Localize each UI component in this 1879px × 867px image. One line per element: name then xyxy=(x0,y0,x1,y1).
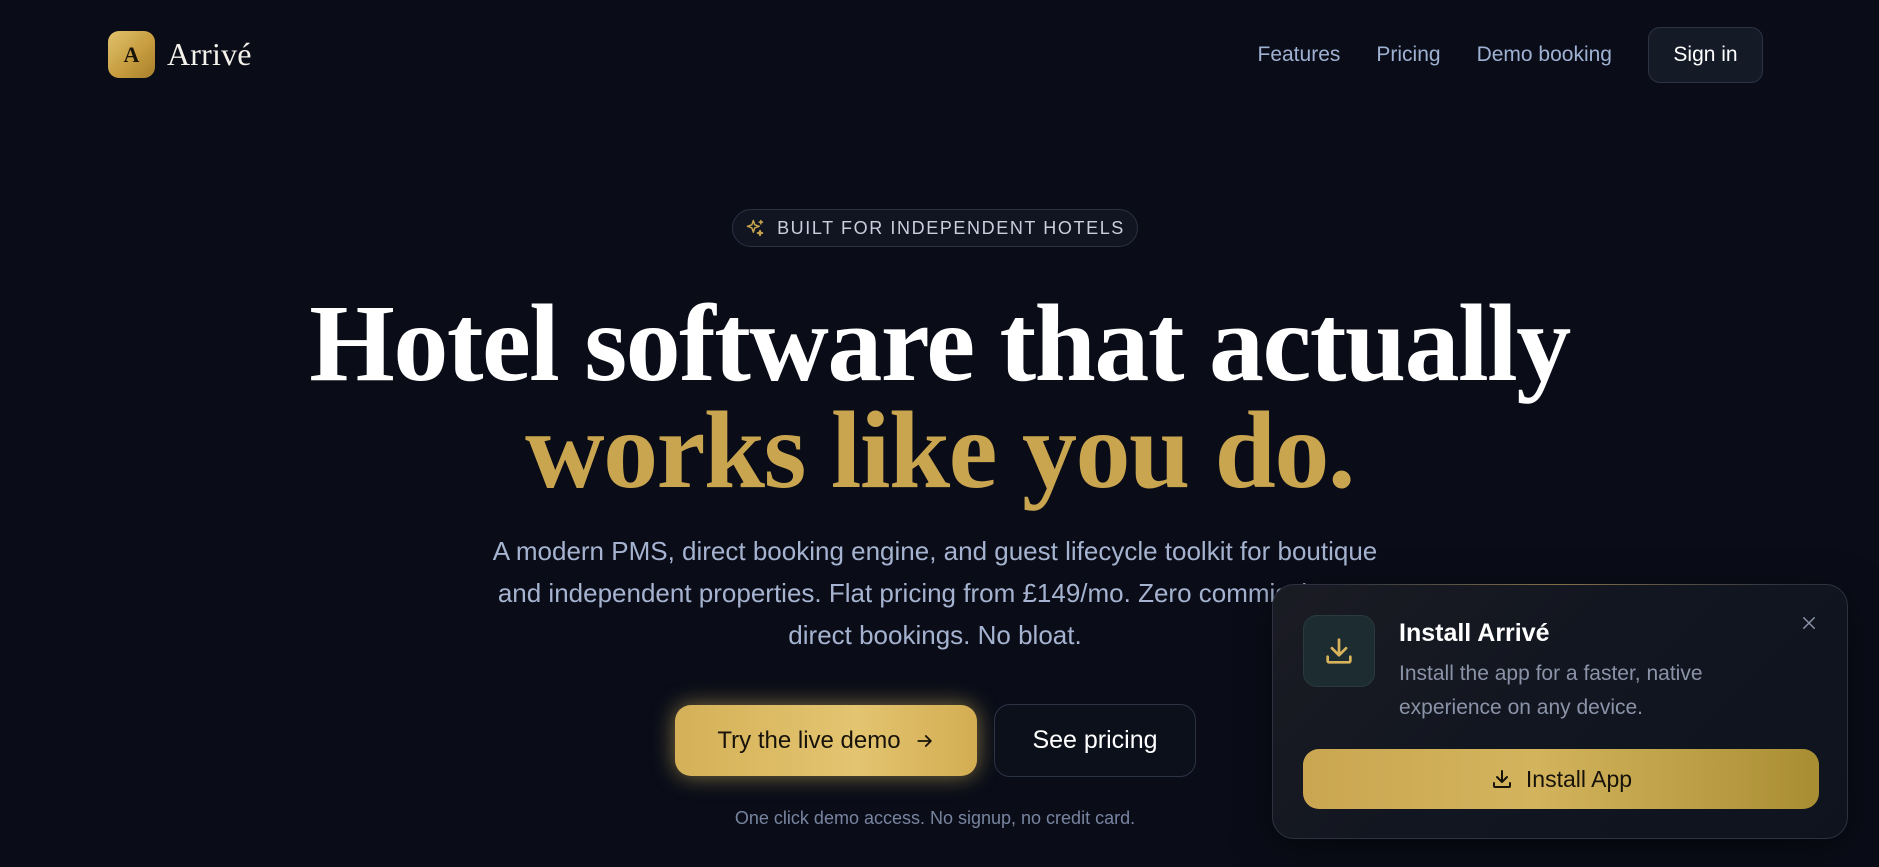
install-icon-tile xyxy=(1303,615,1375,687)
download-icon xyxy=(1326,638,1352,664)
download-icon xyxy=(1492,770,1511,788)
badge-text: BUILT FOR INDEPENDENT HOTELS xyxy=(777,217,1125,238)
see-pricing-button[interactable]: See pricing xyxy=(994,704,1196,777)
logo-mark: A xyxy=(108,31,155,78)
brand-logo[interactable]: A Arrivé xyxy=(108,31,252,78)
nav-link-pricing[interactable]: Pricing xyxy=(1376,43,1440,67)
nav-link-features[interactable]: Features xyxy=(1258,43,1341,67)
try-live-demo-button[interactable]: Try the live demo xyxy=(675,705,977,776)
sign-in-button[interactable]: Sign in xyxy=(1648,27,1763,83)
hero-title-line2: works like you do. xyxy=(525,389,1355,511)
hero-badge: BUILT FOR INDEPENDENT HOTELS xyxy=(732,209,1138,247)
hero-subtitle-line1: A modern PMS, direct booking engine, and… xyxy=(492,536,1378,566)
arrow-right-icon xyxy=(917,734,932,747)
main-nav: Features Pricing Demo booking Sign in xyxy=(1258,27,1763,83)
close-icon[interactable] xyxy=(1797,611,1821,635)
install-title: Install Arrivé xyxy=(1399,619,1550,647)
install-app-label: Install App xyxy=(1525,765,1633,792)
install-description: Install the app for a faster, native exp… xyxy=(1399,662,1703,719)
logo-text: Arrivé xyxy=(167,36,252,72)
sparkle-icon xyxy=(746,219,764,237)
install-app-button[interactable]: Install App xyxy=(1303,749,1819,809)
hero-title-line1: Hotel software that actually xyxy=(309,282,1571,404)
nav-link-demo-booking[interactable]: Demo booking xyxy=(1477,43,1612,67)
try-live-demo-label: Try the live demo xyxy=(717,726,901,754)
install-prompt-card: Install Arrivé Install the app for a fas… xyxy=(1272,584,1848,839)
